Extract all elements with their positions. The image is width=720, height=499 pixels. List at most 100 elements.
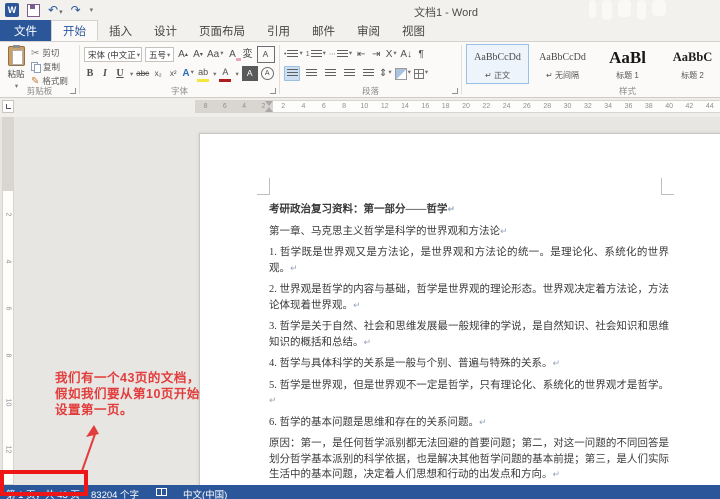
customize-qat-icon[interactable]: ▾ <box>90 6 94 14</box>
ribbon-tab[interactable]: 审阅 <box>346 20 391 41</box>
copy-button[interactable]: 复制 <box>31 61 68 73</box>
highlight-dropdown-icon[interactable]: ▾ <box>213 70 216 78</box>
style-preview: AaBbCcDd <box>474 45 521 70</box>
decrease-indent-icon[interactable]: ⇤ <box>355 47 367 62</box>
distribute-button[interactable] <box>360 66 376 81</box>
increase-indent-icon[interactable]: ⇥ <box>370 47 382 62</box>
sort-icon[interactable]: A↓ <box>400 47 412 62</box>
word-window: W ↶▾ ↷ ▾ 文档1 - Word 文件 开始 插入 <box>0 0 720 499</box>
align-center-button[interactable] <box>303 66 319 81</box>
save-icon[interactable] <box>27 4 40 17</box>
font-dialog-launcher-icon[interactable] <box>270 88 276 94</box>
style-label: ↵ 无间隔 <box>546 70 579 81</box>
copy-icon <box>31 62 40 72</box>
justify-button[interactable] <box>341 66 357 81</box>
ruler-number: 8 <box>334 101 354 112</box>
language-indicator[interactable]: 中文(中国) <box>183 487 227 499</box>
highlight-color-button[interactable]: ab <box>197 65 209 82</box>
strikethrough-button[interactable]: abc <box>136 66 149 81</box>
font-color-dropdown-icon[interactable]: ▾ <box>235 70 238 78</box>
underline-button[interactable]: U <box>114 66 126 81</box>
asian-layout-button[interactable]: X▾ <box>385 47 397 62</box>
superscript-button[interactable]: x² <box>167 66 179 81</box>
line-spacing-button[interactable]: ⇕▾ <box>379 66 392 81</box>
align-right-button[interactable] <box>322 66 338 81</box>
font-size-select[interactable]: 五号 ▾ <box>145 47 174 62</box>
word-count-indicator[interactable]: 83204 个字 <box>91 487 139 499</box>
italic-button[interactable]: I <box>99 66 111 81</box>
grow-font-button[interactable]: A▴ <box>177 47 189 62</box>
underline-dropdown-icon[interactable]: ▾ <box>130 70 133 78</box>
ribbon-tab-label: 审阅 <box>357 23 380 39</box>
ruler-number: 2 <box>0 210 32 220</box>
ruler-number: 36 <box>618 101 638 112</box>
paragraph-dialog-launcher-icon[interactable] <box>452 88 458 94</box>
style-chip[interactable]: AaBl 标题 1 <box>596 44 659 84</box>
document-paragraph[interactable]: 3. 哲学是关于自然、社会和思维发展最一般规律的学说，是自然知识、社会知识和思维… <box>269 319 669 351</box>
align-left-button[interactable] <box>284 66 300 81</box>
document-canvas: 24681012 考研政治复习资料：第一部分——哲学↵ 第一章、马克思主义哲学是… <box>0 117 720 485</box>
proofing-status-icon[interactable] <box>156 488 167 496</box>
style-chip[interactable]: AaBbCcDd ↵ 正文 <box>466 44 529 84</box>
document-paragraph[interactable]: 6. 哲学的基本问题是思维和存在的关系问题。↵ <box>269 415 669 432</box>
shading-button[interactable]: ▾ <box>395 66 411 81</box>
show-hide-marks-icon[interactable]: ¶ <box>415 47 427 62</box>
ruler-number: 24 <box>496 101 516 112</box>
document-page[interactable]: 考研政治复习资料：第一部分——哲学↵ 第一章、马克思主义哲学是科学的世界观和方法… <box>199 133 720 485</box>
cut-button[interactable]: ✂ 剪切 <box>31 47 68 59</box>
horizontal-ruler[interactable]: 8642 24681012141618202224262830323436384… <box>195 100 720 113</box>
document-paragraph[interactable]: 第一章、马克思主义哲学是科学的世界观和方法论↵ <box>269 224 669 241</box>
bold-button[interactable]: B <box>84 66 96 81</box>
character-shading-icon[interactable]: A <box>242 66 258 81</box>
tab-selector-button[interactable] <box>2 100 14 113</box>
clipboard-small-buttons: ✂ 剪切 复制 ✎ 格式刷 <box>31 47 68 87</box>
vertical-ruler[interactable]: 24681012 <box>2 117 14 485</box>
bullets-button[interactable]: •▾ <box>284 47 303 62</box>
ribbon-tab[interactable]: 邮件 <box>301 20 346 41</box>
ruler-number: 12 <box>0 445 32 455</box>
ribbon-tab-label: 设计 <box>154 23 177 39</box>
subscript-button[interactable]: x₂ <box>152 66 164 81</box>
change-case-button[interactable]: Aa▾ <box>207 47 224 62</box>
document-paragraph[interactable]: 原因：第一，是任何哲学派别都无法回避的首要问题；第二，对这一问题的不同回答是划分… <box>269 436 669 484</box>
shrink-font-button[interactable]: A▾ <box>192 47 204 62</box>
redo-button[interactable]: ↷ <box>71 1 81 19</box>
undo-button[interactable]: ↶▾ <box>48 1 63 19</box>
horizontal-ruler-row: 8642 24681012141618202224262830323436384… <box>0 98 720 117</box>
font-name-select[interactable]: 宋体 (中文正 ▾ <box>84 47 142 62</box>
document-paragraph[interactable]: 5. 哲学是世界观，但是世界观不一定是哲学，只有理论化、系统化的世界观才是哲学。… <box>269 378 669 410</box>
ruler-number: 28 <box>537 101 557 112</box>
document-paragraph[interactable]: 2. 世界观是哲学的内容与基础，哲学是世界观的理论形态。世界观决定着方法论，方法… <box>269 282 669 314</box>
ruler-number: 8 <box>196 101 215 112</box>
ribbon-tab[interactable]: 视图 <box>391 20 436 41</box>
multilevel-list-button[interactable]: ⋯▾ <box>329 47 352 62</box>
document-paragraph[interactable]: 1. 哲学既是世界观又是方法论，是世界观和方法论的统一。是理论化、系统化的世界观… <box>269 245 669 277</box>
clear-formatting-icon[interactable]: A <box>227 47 239 62</box>
ribbon-tab[interactable]: 文件 <box>0 20 51 41</box>
clipboard-dialog-launcher-icon[interactable] <box>70 88 76 94</box>
style-chip[interactable]: AaBbCcDd ↵ 无间隔 <box>531 44 594 84</box>
font-group-label: 字体 <box>80 85 279 97</box>
ribbon-tab[interactable]: 页面布局 <box>188 20 256 41</box>
hanging-indent-marker[interactable] <box>265 107 273 112</box>
copy-label: 复制 <box>43 61 60 73</box>
ribbon-tab[interactable]: 插入 <box>98 20 143 41</box>
numbering-button[interactable]: 1▾ <box>306 47 326 62</box>
ribbon-tab[interactable]: 设计 <box>143 20 188 41</box>
enclose-characters-icon[interactable]: A <box>261 67 274 80</box>
first-line-indent-marker[interactable] <box>265 101 273 106</box>
font-color-button[interactable]: A <box>219 65 231 82</box>
document-paragraph[interactable]: 考研政治复习资料：第一部分——哲学↵ <box>269 202 669 219</box>
borders-button[interactable]: ▾ <box>414 66 428 81</box>
document-paragraph[interactable]: 4. 哲学与具体科学的关系是一般与个别、普遍与特殊的关系。↵ <box>269 356 669 373</box>
style-chip[interactable]: AaBbC 标题 2 <box>661 44 720 84</box>
ribbon-tab[interactable]: 引用 <box>256 20 301 41</box>
phonetic-guide-icon[interactable]: 変 <box>242 47 254 62</box>
status-bar: 第 1 页，共 43 页 83204 个字 中文(中国) <box>0 485 720 499</box>
undo-dropdown-icon[interactable]: ▾ <box>59 9 63 16</box>
character-border-icon[interactable]: A <box>257 46 275 63</box>
style-label: 标题 2 <box>681 70 704 81</box>
ribbon-tab[interactable]: 开始 <box>51 20 98 41</box>
document-text[interactable]: 考研政治复习资料：第一部分——哲学↵ 第一章、马克思主义哲学是科学的世界观和方法… <box>269 202 669 485</box>
text-effects-button[interactable]: A▾ <box>182 66 194 81</box>
